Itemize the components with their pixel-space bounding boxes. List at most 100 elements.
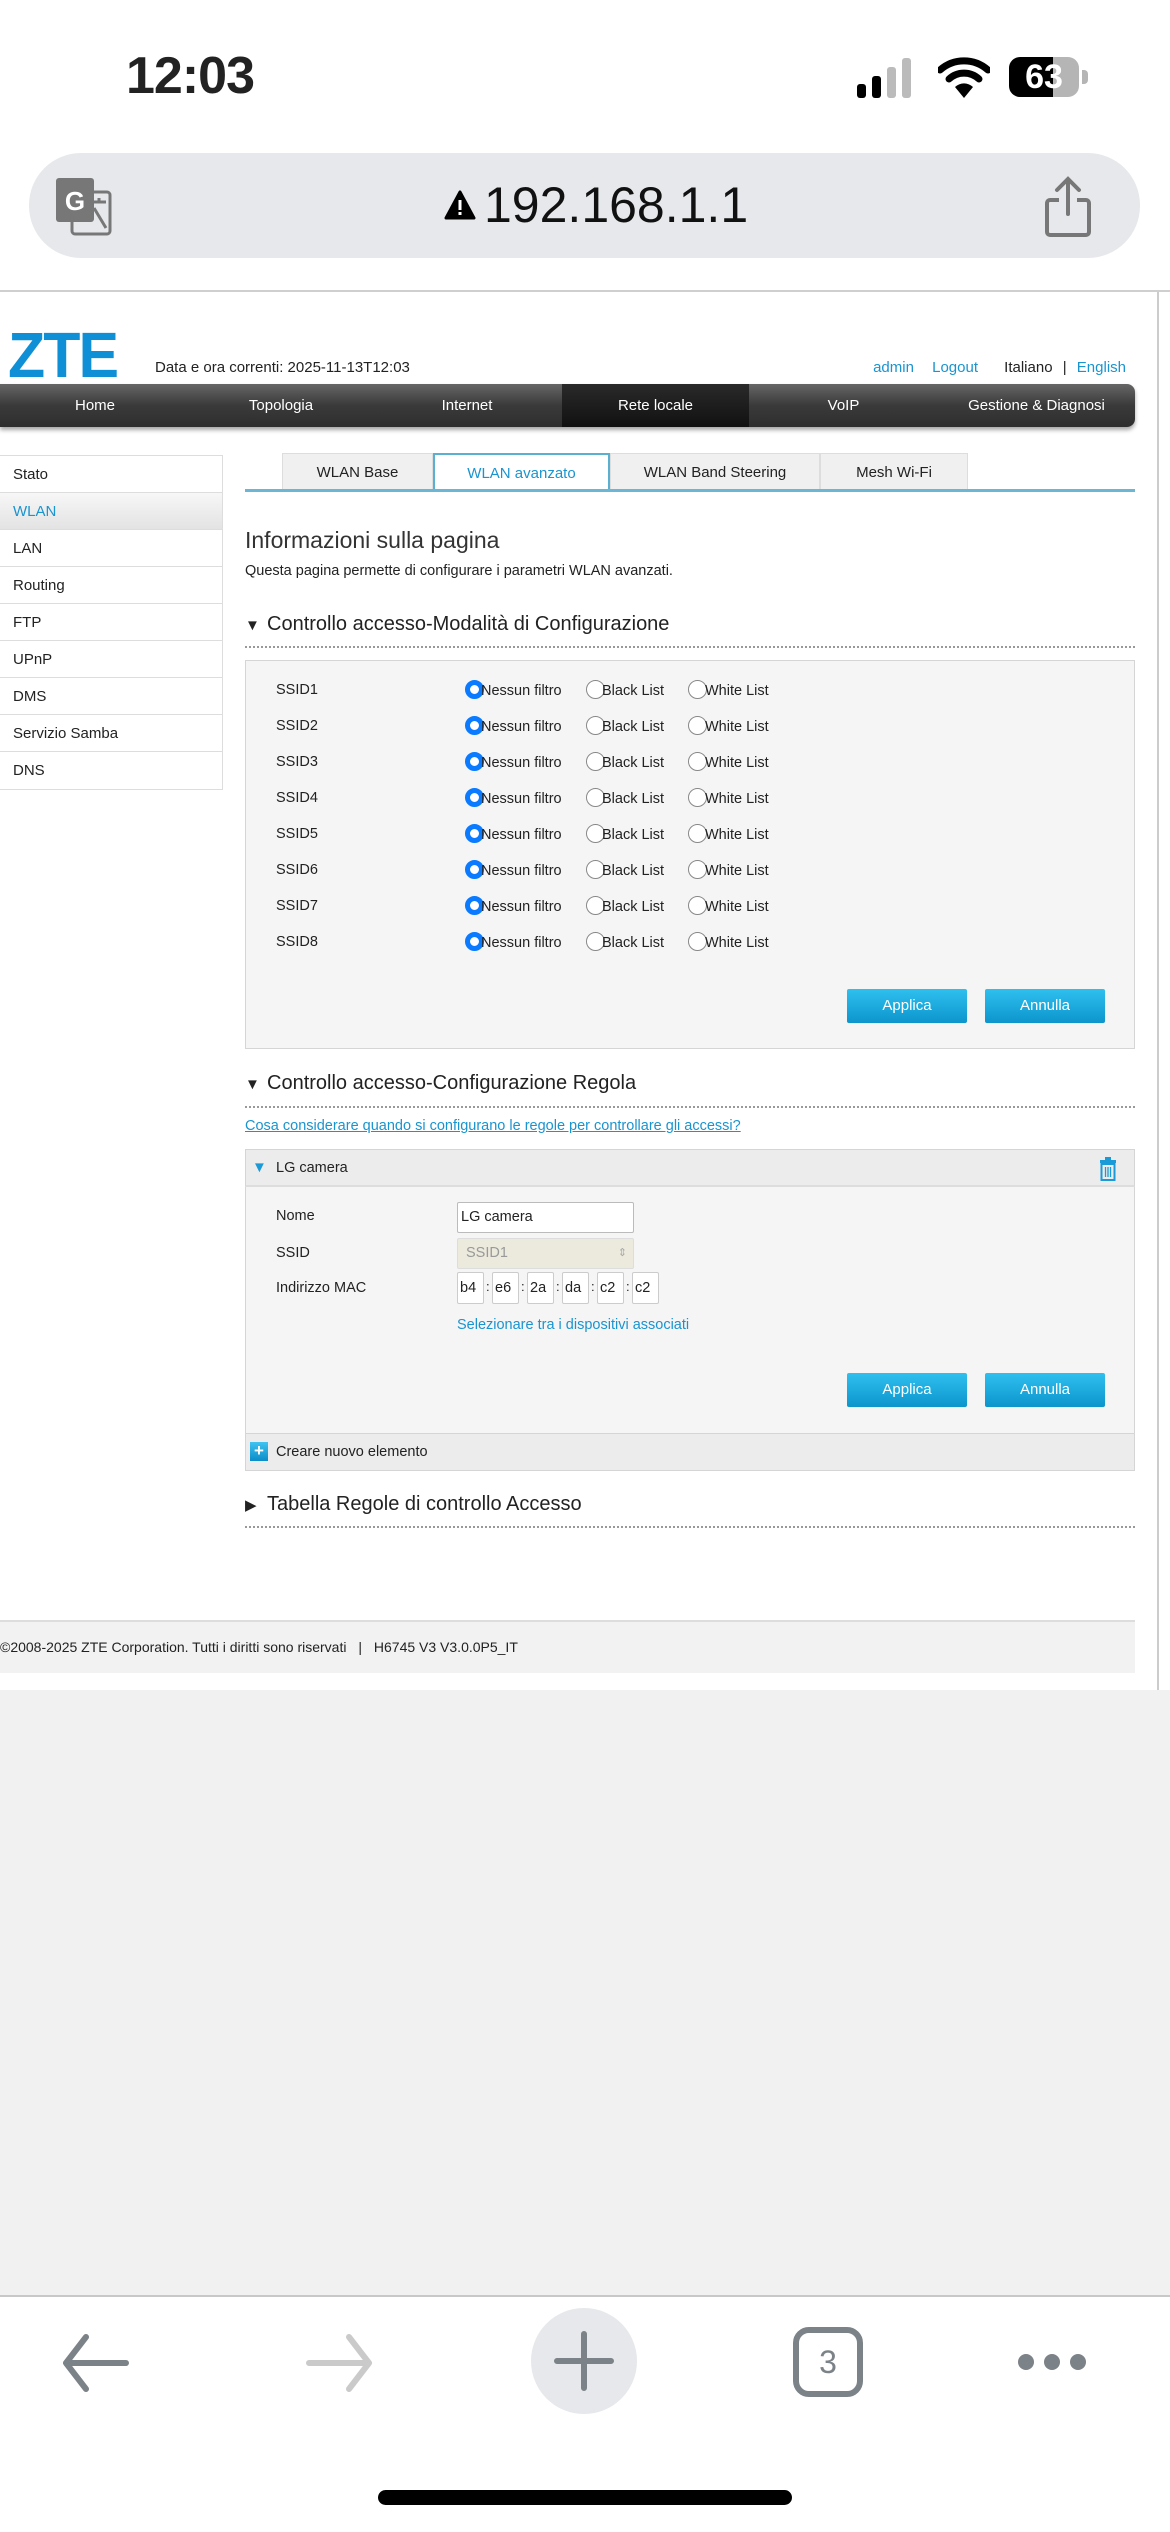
radio-label[interactable]: Black List <box>602 825 664 845</box>
ssid-row: SSID5 Nessun filtro Black List White List <box>276 824 776 844</box>
radio-label[interactable]: Black List <box>602 789 664 809</box>
nav-item[interactable]: Internet <box>372 384 562 427</box>
ssid-row: SSID7 Nessun filtro Black List White List <box>276 896 776 916</box>
new-tab-button[interactable] <box>531 2308 637 2414</box>
mac-separator: : <box>486 1279 490 1294</box>
nav-item[interactable]: Topologia <box>190 384 372 427</box>
mode-cancel-button[interactable]: Annulla <box>985 989 1105 1023</box>
share-icon[interactable] <box>1044 176 1092 238</box>
footer-separator: | <box>358 1639 362 1655</box>
admin-link[interactable]: admin <box>873 359 914 376</box>
sidebar-item[interactable]: DMS <box>0 678 222 715</box>
ssid-select[interactable]: SSID1 ⇕ <box>457 1238 634 1269</box>
radio-label[interactable]: Black List <box>602 681 664 701</box>
wifi-icon <box>938 57 990 98</box>
rule-section-title: Controllo accesso-Configurazione Regola <box>267 1072 637 1094</box>
cellular-signal-icon <box>857 58 911 98</box>
rule-section-header[interactable]: ▼ Controllo accesso-Configurazione Regola <box>245 1072 636 1095</box>
logout-link[interactable]: Logout <box>932 359 978 376</box>
lang-italiano[interactable]: Italiano <box>1004 359 1052 376</box>
tabs-count-button[interactable]: 3 <box>793 2327 863 2397</box>
radio-label[interactable]: Black List <box>602 753 664 773</box>
rule-name: LG camera <box>276 1160 348 1176</box>
sidebar-item[interactable]: WLAN <box>0 493 222 530</box>
rule-header[interactable]: ▼ LG camera <box>245 1149 1135 1187</box>
mac-separator: : <box>521 1279 525 1294</box>
lang-english[interactable]: English <box>1077 359 1126 376</box>
mac-octet-input[interactable]: c2 <box>597 1272 624 1304</box>
radio-label[interactable]: Nessun filtro <box>481 717 562 737</box>
rule-apply-button[interactable]: Applica <box>847 1373 967 1407</box>
radio-label[interactable]: Black List <box>602 897 664 917</box>
url-text[interactable]: 192.168.1.1 <box>484 176 748 234</box>
header-links: admin Logout Italiano | English <box>859 359 1126 376</box>
mac-octet-input[interactable]: e6 <box>492 1272 519 1304</box>
help-link[interactable]: Cosa considerare quando si configurano l… <box>245 1118 741 1134</box>
mac-octet-input[interactable]: 2a <box>527 1272 554 1304</box>
radio-label[interactable]: White List <box>705 897 769 917</box>
radio-label[interactable]: White List <box>705 681 769 701</box>
not-secure-warning-icon[interactable] <box>444 190 476 220</box>
name-input[interactable]: LG camera <box>457 1202 634 1233</box>
page-background <box>0 1690 1170 2296</box>
sidebar-item[interactable]: LAN <box>0 530 222 567</box>
nav-item[interactable]: Rete locale <box>562 384 749 427</box>
radio-label[interactable]: White List <box>705 933 769 953</box>
firmware-version: H6745 V3 V3.0.0P5_IT <box>373 1639 518 1655</box>
translate-icon[interactable]: G <box>56 178 112 236</box>
tab[interactable]: Mesh Wi-Fi <box>820 453 968 491</box>
radio-label[interactable]: Nessun filtro <box>481 681 562 701</box>
radio-label[interactable]: Nessun filtro <box>481 753 562 773</box>
radio-label[interactable]: White List <box>705 825 769 845</box>
radio-label[interactable]: Black List <box>602 933 664 953</box>
sidebar-item[interactable]: UPnP <box>0 641 222 678</box>
sidebar-item[interactable]: DNS <box>0 752 222 789</box>
tab[interactable]: WLAN Base <box>282 453 433 491</box>
back-arrow-icon[interactable] <box>60 2333 130 2393</box>
radio-label[interactable]: White List <box>705 717 769 737</box>
sidebar-item[interactable]: Routing <box>0 567 222 604</box>
create-new-rule-row[interactable]: + Creare nuovo elemento <box>245 1433 1135 1471</box>
radio-label[interactable]: Black List <box>602 717 664 737</box>
mac-octet-input[interactable]: c2 <box>632 1272 659 1304</box>
radio-label[interactable]: Black List <box>602 861 664 881</box>
divider <box>245 1106 1135 1108</box>
rule-cancel-button[interactable]: Annulla <box>985 1373 1105 1407</box>
create-new-label: Creare nuovo elemento <box>276 1444 428 1460</box>
select-associated-devices-link[interactable]: Selezionare tra i dispositivi associati <box>457 1317 689 1333</box>
more-menu-icon[interactable] <box>1016 2350 1088 2374</box>
sidebar-item[interactable]: Servizio Samba <box>0 715 222 752</box>
tab[interactable]: WLAN Band Steering <box>610 453 820 491</box>
plus-icon: + <box>250 1442 268 1461</box>
tab[interactable]: WLAN avanzato <box>433 453 610 491</box>
battery-cap-icon <box>1082 70 1088 84</box>
mac-octet-input[interactable]: b4 <box>457 1272 484 1304</box>
radio-label[interactable]: White List <box>705 753 769 773</box>
nav-item[interactable]: Home <box>0 384 190 427</box>
rule-panel <box>245 1149 1135 1471</box>
mac-separator: : <box>556 1279 560 1294</box>
radio-label[interactable]: Nessun filtro <box>481 897 562 917</box>
sidebar-item[interactable]: Stato <box>0 456 222 493</box>
collapse-triangle-icon: ▼ <box>245 617 260 634</box>
mode-apply-button[interactable]: Applica <box>847 989 967 1023</box>
forward-arrow-icon[interactable] <box>305 2333 375 2393</box>
radio-label[interactable]: Nessun filtro <box>481 789 562 809</box>
mode-section-header[interactable]: ▼ Controllo accesso-Modalità di Configura… <box>245 613 669 636</box>
trash-icon[interactable] <box>1099 1157 1117 1181</box>
radio-label[interactable]: White List <box>705 861 769 881</box>
nav-item[interactable]: Gestione & Diagnosi <box>938 384 1135 427</box>
radio-label[interactable]: White List <box>705 789 769 809</box>
radio-label[interactable]: Nessun filtro <box>481 861 562 881</box>
expand-triangle-icon: ▼ <box>252 1159 267 1176</box>
nav-item[interactable]: VoIP <box>749 384 938 427</box>
radio-label[interactable]: Nessun filtro <box>481 933 562 953</box>
mac-octet-input[interactable]: da <box>562 1272 589 1304</box>
divider <box>245 646 1135 648</box>
sidebar-item[interactable]: FTP <box>0 604 222 641</box>
ssid-label: SSID5 <box>276 826 318 842</box>
radio-label[interactable]: Nessun filtro <box>481 825 562 845</box>
expand-triangle-icon: ▶ <box>245 1497 257 1514</box>
table-section-header[interactable]: ▶ Tabella Regole di controllo Accesso <box>245 1493 582 1516</box>
page-scrollbar[interactable] <box>1157 292 1159 1690</box>
